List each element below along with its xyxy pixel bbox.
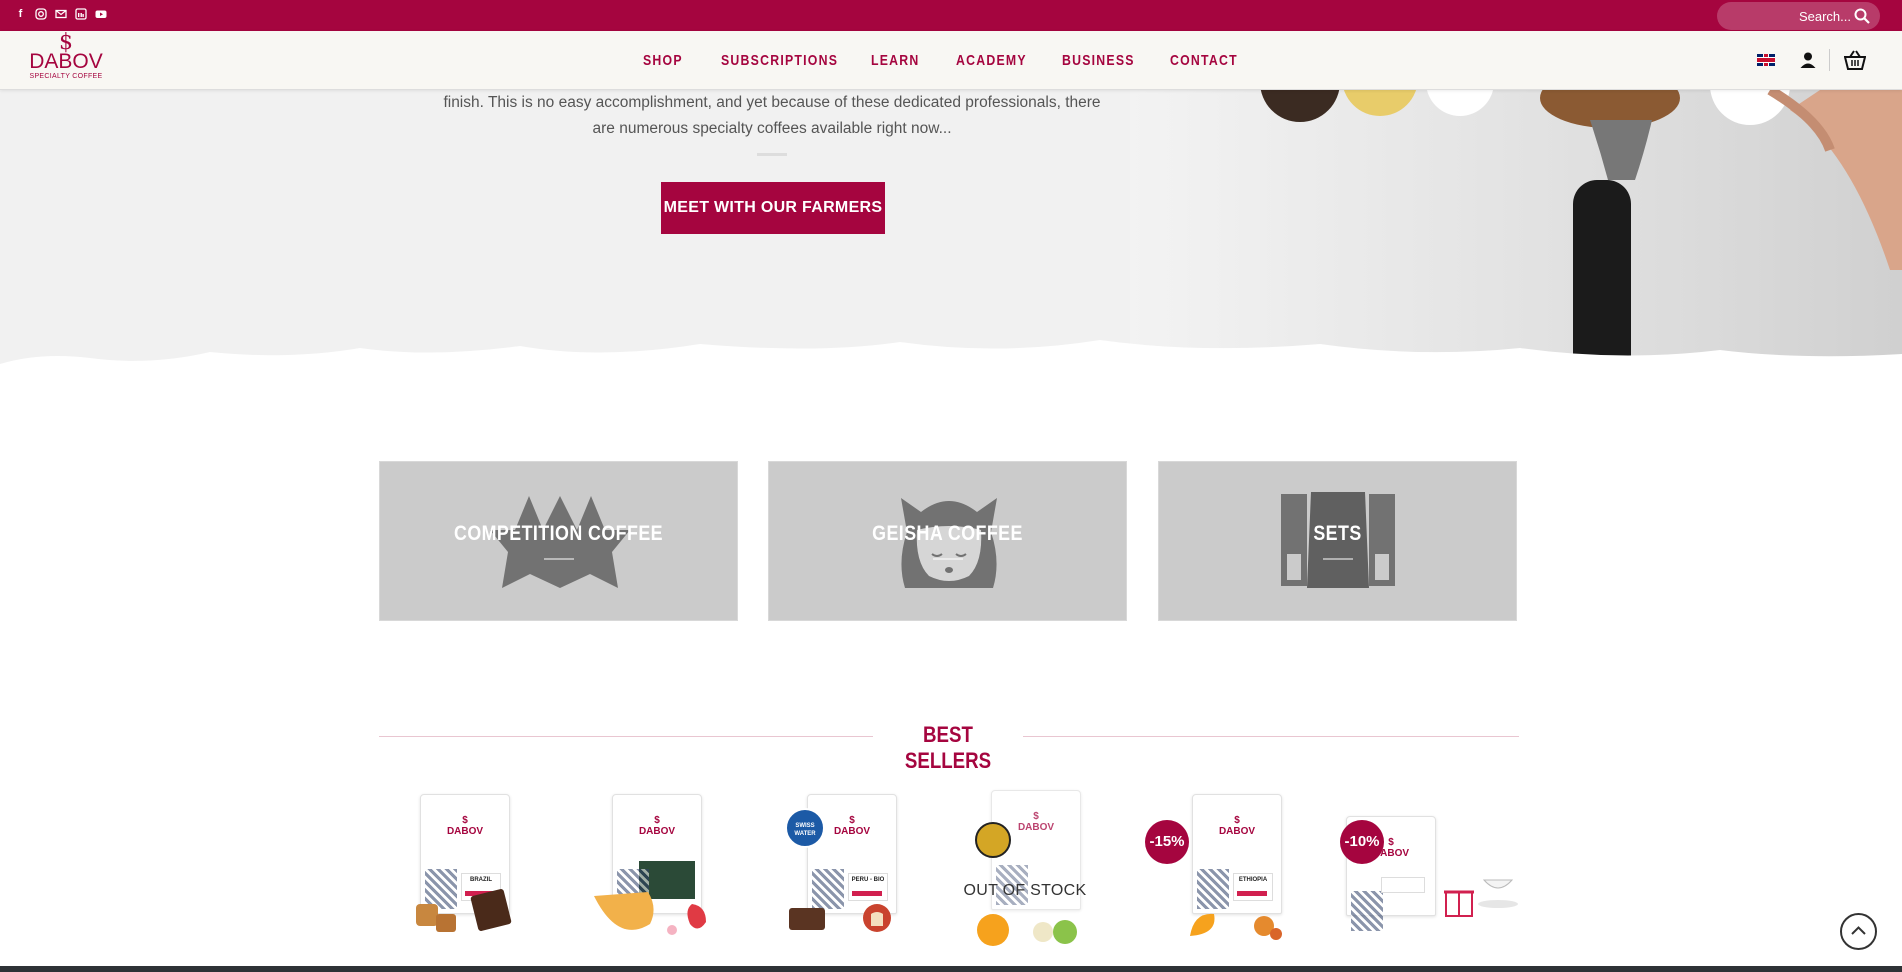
logo[interactable]: $ DABOV SPECIALTY COFFEE (27, 32, 105, 88)
bag-logo: $ DABOV (446, 815, 484, 837)
search-icon[interactable] (1854, 8, 1870, 24)
main-header: $ DABOV SPECIALTY COFFEE SHOP SUBSCRIPTI… (0, 31, 1902, 90)
nav-shop[interactable]: SHOP (643, 52, 707, 69)
product-card-2[interactable]: $ DABOV (590, 788, 710, 970)
search-input[interactable] (1731, 2, 1851, 30)
nav-subscriptions[interactable]: SUBSCRIPTIONS (721, 52, 844, 69)
youtube-icon[interactable] (94, 8, 107, 21)
product-card-out-of-stock[interactable]: $ DABOV OUT OF STOCK (963, 788, 1086, 970)
product-bag-image: $ DABOV ETHIOPIA (1192, 794, 1282, 914)
nav-learn[interactable]: LEARN (871, 52, 941, 69)
gift-cup-icon (1444, 879, 1518, 917)
facebook-icon[interactable]: f (14, 8, 27, 21)
page: f $ DABOV SPECIALTY COFFEE SHO (0, 0, 1902, 972)
category-competition-coffee[interactable]: COMPETITION COFFEE (379, 461, 738, 621)
bag-pattern (1197, 869, 1229, 909)
bag-logo: $ DABOV (1218, 815, 1256, 837)
main-nav: SHOP SUBSCRIPTIONS LEARN ACADEMY BUSINES… (643, 31, 1250, 90)
swiss-water-badge: SWISS WATER (785, 808, 825, 848)
nav-academy[interactable]: ACADEMY (956, 52, 1043, 69)
category-title: COMPETITION COFFEE (454, 522, 663, 545)
hero-section: finish. This is no easy accomplishment, … (0, 90, 1902, 382)
cart-icon[interactable] (1844, 50, 1866, 70)
bag-label (1381, 877, 1425, 893)
meet-farmers-button[interactable]: MEET WITH OUR FARMERS (661, 182, 885, 234)
category-title: GEISHA COFFEE (872, 522, 1023, 545)
category-title: SETS (1313, 522, 1362, 545)
bag-logo: $ DABOV (638, 815, 676, 837)
hero-text-line-2: are numerous specialty coffees available… (592, 120, 952, 137)
uk-flag-icon[interactable] (1757, 54, 1775, 66)
category-sets[interactable]: SETS (1158, 461, 1517, 621)
category-underline (544, 558, 574, 560)
logo-name: DABOV (29, 50, 103, 73)
orange-lime-icon (977, 914, 1077, 946)
product-card-peru-bio[interactable]: $ DABOV PERU - BIO SWISS WATER (785, 788, 905, 970)
best-sellers-line-left (379, 736, 873, 737)
hero-divider (757, 153, 787, 156)
bag-pattern (1351, 891, 1383, 931)
bag-label: ETHIOPIA (1233, 873, 1273, 901)
melon-strawberry-icon (594, 892, 706, 935)
logo-subtitle: SPECIALTY COFFEE (29, 73, 103, 80)
product-card-brazil[interactable]: $ DABOV BRAZIL (398, 788, 518, 970)
chevron-up-icon (1851, 926, 1866, 935)
category-underline (1323, 558, 1353, 560)
header-divider (1829, 49, 1830, 71)
best-sellers-line-right (1023, 736, 1519, 737)
product-card-ethiopia[interactable]: $ DABOV ETHIOPIA -15% (1145, 788, 1282, 970)
out-of-stock-label: OUT OF STOCK (963, 882, 1087, 899)
nav-business[interactable]: BUSINESS (1062, 52, 1151, 69)
account-icon[interactable] (1799, 51, 1817, 69)
linkedin-icon[interactable] (74, 8, 87, 21)
search-box (1717, 2, 1880, 30)
top-bar: f (0, 0, 1902, 31)
category-geisha-coffee[interactable]: GEISHA COFFEE (768, 461, 1127, 621)
hero-text: finish. This is no easy accomplishment, … (400, 90, 1144, 142)
discount-badge: -15% (1145, 820, 1189, 864)
product-card-gift-set[interactable]: $ DABOV -10% (1340, 788, 1518, 970)
discount-badge: -10% (1340, 820, 1384, 864)
caramel-chocolate-icon (416, 889, 512, 932)
bottom-edge-bar (0, 966, 1902, 972)
orange-flowers-icon (1190, 913, 1282, 940)
brush-stroke-divider (0, 340, 1902, 382)
email-icon[interactable] (54, 8, 67, 21)
social-links: f (14, 8, 107, 21)
best-sellers-title: BEST SELLERS (904, 722, 992, 773)
bag-red-stripe (1237, 891, 1267, 896)
header-icons (1757, 49, 1866, 71)
chocolate-apple-icon (789, 904, 891, 932)
instagram-icon[interactable] (34, 8, 47, 21)
award-badge-icon (975, 822, 1011, 858)
hero-text-line-1: finish. This is no easy accomplishment, … (443, 94, 1101, 111)
category-underline (933, 558, 963, 560)
scroll-to-top-button[interactable] (1840, 913, 1877, 950)
nav-contact[interactable]: CONTACT (1170, 52, 1237, 69)
